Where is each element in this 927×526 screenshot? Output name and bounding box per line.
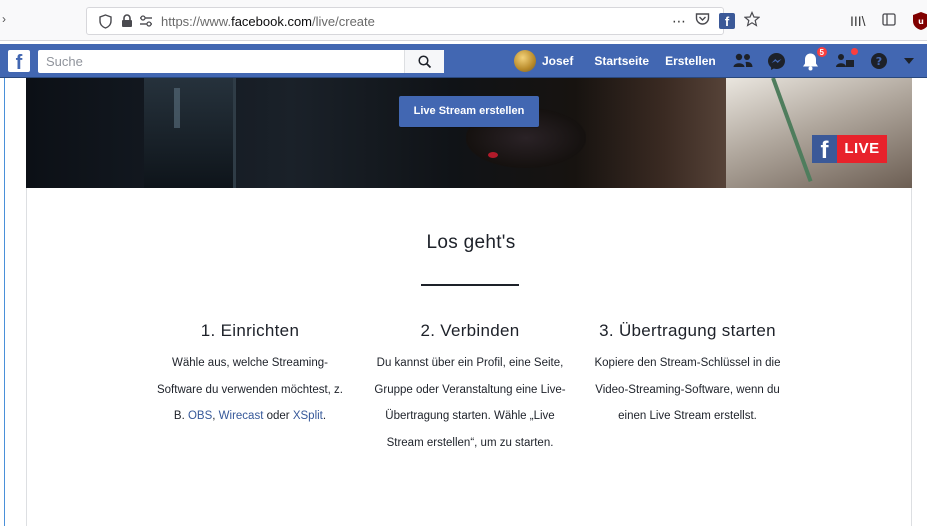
friend-requests-icon[interactable] [732,50,754,72]
pocket-icon[interactable] [695,12,710,30]
page-actions-more-icon[interactable]: ⋯ [672,12,686,30]
facebook-f-icon: f [812,135,837,163]
url-text[interactable]: https://www.facebook.com/live/create [161,14,375,29]
step-description: Kopiere den Stream-Schlüssel in die Vide… [594,357,781,422]
home-link[interactable]: Startseite [594,54,649,68]
url-actions: ⋯ f [672,11,761,31]
page-left-edge [4,78,5,526]
step-setup: 1. Einrichten Wähle aus, welche Streamin… [150,318,350,430]
facebook-container-icon[interactable]: f [719,13,735,29]
help-icon[interactable]: ? [868,50,890,72]
live-label: LIVE [837,135,887,163]
obs-link[interactable]: OBS [188,410,212,422]
tracking-shield-icon[interactable] [99,14,112,29]
account-menu-chevron-down-icon[interactable] [902,50,916,72]
page-title: Los geht's [426,232,516,253]
xsplit-link[interactable]: XSplit [293,410,323,422]
header-nav: Josef Startseite Erstellen 5 ? [514,46,916,74]
hero-person-graphic [726,78,912,188]
step-separator: oder [263,410,293,422]
permissions-icon[interactable] [139,15,153,28]
sidebar-icon[interactable] [881,13,896,29]
wirecast-link[interactable]: Wirecast [219,410,264,422]
svg-text:?: ? [876,55,882,68]
step-description: Du kannst über ein Profil, eine Seite, G… [374,357,566,449]
ublock-origin-icon[interactable]: u [912,11,927,31]
address-bar[interactable]: https://www.facebook.com/live/create [86,7,724,35]
title-divider [421,284,519,286]
step-heading: 2. Verbinden [420,321,520,340]
step-connect: 2. Verbinden Du kannst über ein Profil, … [370,318,570,456]
create-live-stream-button[interactable]: Live Stream erstellen [399,96,539,127]
facebook-live-badge: f LIVE [812,135,887,163]
url-path: /live/create [312,14,375,29]
search-box [38,50,444,73]
step-heading: 3. Übertragung starten [599,321,776,340]
lock-icon[interactable] [121,14,133,28]
facebook-logo-icon[interactable]: f [8,50,30,72]
search-input[interactable] [38,50,404,73]
unread-dot [849,47,859,56]
back-button-edge[interactable]: › [2,12,6,26]
library-icon[interactable]: III\ [850,13,866,29]
facebook-top-bar: f Josef Startseite Erstellen 5 ? [0,44,927,78]
hero-monitor-graphic [144,78,236,188]
quick-help-people-icon[interactable] [834,47,859,72]
url-prefix: https://www. [161,14,232,29]
notifications-bell-icon[interactable]: 5 [800,46,828,72]
step-description: Wähle aus, welche Streaming-Software du … [150,350,350,430]
hero-nail-graphic [488,152,498,158]
step-text-end: . [322,410,327,422]
hero-banner: Live Stream erstellen f LIVE [26,78,912,188]
messenger-icon[interactable] [766,50,788,72]
search-button[interactable] [404,50,444,73]
svg-text:u: u [918,17,924,26]
search-icon [418,55,432,69]
step-heading: 1. Einrichten [200,321,300,340]
profile-link[interactable]: Josef [542,54,573,68]
bookmark-star-icon[interactable] [743,11,761,31]
browser-toolbar: › https://www.facebook.com/live/create ⋯… [0,0,927,41]
notifications-count-badge: 5 [815,46,828,58]
create-link[interactable]: Erstellen [665,54,716,68]
url-host: facebook.com [231,14,313,29]
step-start-broadcast: 3. Übertragung starten Kopiere den Strea… [585,318,790,430]
browser-right-tools: III\ u [850,10,927,32]
avatar[interactable] [514,50,536,72]
